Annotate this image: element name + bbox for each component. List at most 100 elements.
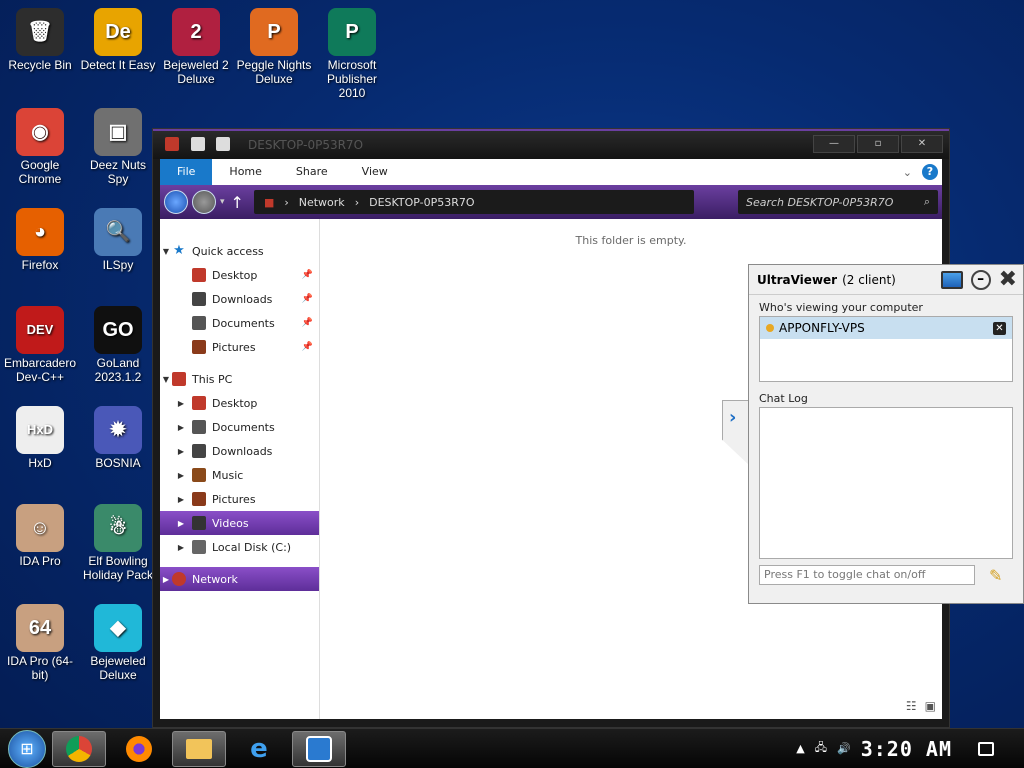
breadcrumb-computer[interactable]: DESKTOP-0P53R7O — [369, 196, 474, 209]
tab-share[interactable]: Share — [279, 159, 345, 185]
desktop-icon[interactable]: ☃ Elf Bowling Holiday Pack — [78, 504, 158, 582]
close-button[interactable]: ✕ — [901, 135, 943, 153]
forward-button[interactable] — [192, 190, 216, 214]
desktop-icon[interactable]: 64 IDA Pro (64-bit) — [0, 604, 80, 682]
nav-quick-item[interactable]: Pictures 📌 — [160, 335, 319, 359]
help-icon[interactable]: ? — [922, 164, 938, 180]
desktop-icon[interactable]: ▣ Deez Nuts Spy — [78, 108, 158, 186]
expand-icon[interactable]: ▶ — [160, 575, 172, 584]
pencil-icon[interactable]: ✎ — [989, 566, 1002, 585]
up-button[interactable]: ↑ — [231, 193, 244, 212]
folder-icon[interactable] — [165, 136, 179, 151]
desktop-icon[interactable]: P Microsoft Publisher 2010 — [312, 8, 392, 100]
desktop-icon[interactable]: HxD HxD — [0, 406, 80, 470]
recent-locations-icon[interactable]: ▾ — [220, 197, 225, 207]
taskbar-internet-explorer[interactable]: e — [232, 731, 286, 767]
address-path[interactable]: ■ › Network › DESKTOP-0P53R7O — [253, 190, 694, 214]
large-icons-view-icon[interactable]: ▣ — [925, 699, 936, 713]
clock[interactable]: 3:20 AM — [861, 737, 952, 761]
expand-ribbon-chevron-icon[interactable]: ⌄ — [903, 166, 912, 179]
nav-network[interactable]: ▶ Network — [160, 567, 319, 591]
desktop-icon-label: IDA Pro (64-bit) — [6, 654, 74, 682]
search-icon[interactable]: ⌕ — [924, 195, 930, 209]
network-status-icon[interactable]: 🖧 — [815, 739, 827, 758]
breadcrumb-network[interactable]: Network — [299, 196, 345, 209]
desktop-icon[interactable]: DEV Embarcadero Dev-C++ — [0, 306, 80, 384]
tab-view[interactable]: View — [345, 159, 405, 185]
tab-home[interactable]: Home — [212, 159, 278, 185]
desktop-icon[interactable]: 🗑 Recycle Bin — [0, 8, 80, 72]
collapse-icon[interactable]: ▼ — [160, 375, 172, 384]
viewer-item[interactable]: APPONFLY-VPS ✕ — [760, 317, 1012, 339]
desktop-icon[interactable]: 🔍 ILSpy — [78, 208, 158, 272]
nav-label: Videos — [212, 516, 249, 530]
start-button[interactable]: ⊞ — [8, 729, 46, 768]
pin-icon[interactable]: 📌 — [302, 270, 313, 280]
expand-icon[interactable]: ▶ — [160, 423, 192, 432]
pin-icon[interactable]: 📌 — [302, 294, 313, 304]
viewer-name: APPONFLY-VPS — [779, 321, 865, 335]
notifications-icon[interactable] — [978, 741, 994, 756]
nav-quick-item[interactable]: Documents 📌 — [160, 311, 319, 335]
expand-icon[interactable]: ▶ — [160, 447, 192, 456]
tab-file[interactable]: File — [160, 159, 213, 185]
monitor-icon[interactable] — [940, 270, 963, 289]
desktop-icon[interactable]: ✹ BOSNIA — [78, 406, 158, 470]
breadcrumb-separator-icon: › — [284, 195, 289, 209]
volume-icon[interactable]: 🔊 — [837, 742, 851, 755]
nav-pc-item[interactable]: ▶ Desktop — [160, 391, 319, 415]
taskbar-ultraviewer[interactable] — [292, 730, 346, 767]
nav-quick-access[interactable]: ▼ ★ Quick access — [160, 239, 319, 263]
desktop-icon[interactable]: De Detect It Easy — [78, 8, 158, 72]
collapse-icon[interactable]: ▼ — [160, 247, 172, 256]
ultraviewer-panel: UltraViewer (2 client) – ✖ Who's viewing… — [748, 264, 1024, 604]
desktop-icon[interactable]: 2 Bejeweled 2 Deluxe — [156, 8, 236, 86]
desktop-icon-label: Bejeweled Deluxe — [90, 654, 146, 682]
desktop-icon[interactable]: ◆ Bejeweled Deluxe — [78, 604, 158, 682]
properties-icon[interactable] — [190, 136, 205, 151]
desktop-icon[interactable]: ◉ Google Chrome — [0, 108, 80, 186]
minimize-icon[interactable]: – — [970, 269, 991, 290]
expand-icon[interactable]: ▶ — [160, 471, 192, 480]
expand-icon[interactable]: ▶ — [160, 543, 192, 552]
nav-pc-item[interactable]: ▶ Pictures — [160, 487, 319, 511]
minimize-button[interactable]: — — [813, 135, 855, 153]
nav-this-pc[interactable]: ▼ This PC — [160, 367, 319, 391]
expand-icon[interactable]: ▶ — [160, 495, 192, 504]
desktop-icon[interactable]: GO GoLand 2023.1.2 — [78, 306, 158, 384]
expand-icon[interactable]: ▶ — [160, 399, 192, 408]
nav-label: Quick access — [192, 244, 264, 258]
maximize-button[interactable]: ▫ — [857, 135, 899, 153]
taskbar-firefox[interactable] — [112, 731, 166, 767]
new-folder-icon[interactable] — [216, 136, 230, 151]
nav-pc-item[interactable]: ▶ Local Disk (C:) — [160, 535, 319, 559]
desktop-icon[interactable]: ◕ Firefox — [0, 208, 80, 272]
network-icon: ■ — [263, 195, 275, 209]
taskbar-file-explorer[interactable] — [172, 730, 226, 767]
nav-quick-item[interactable]: Desktop 📌 — [160, 263, 319, 287]
search-input[interactable]: Search DESKTOP-0P53R7O ⌕ — [738, 190, 938, 214]
hxd-icon: HxD — [16, 406, 64, 454]
details-view-icon[interactable]: ☷ — [906, 699, 917, 713]
desktop-icon[interactable]: P Peggle Nights Deluxe — [234, 8, 314, 86]
ida-pro-64-icon: 64 — [16, 604, 64, 652]
taskbar-chrome[interactable] — [52, 730, 106, 767]
disconnect-viewer-icon[interactable]: ✕ — [993, 321, 1006, 335]
nav-quick-item[interactable]: Downloads 📌 — [160, 287, 319, 311]
nav-pc-item[interactable]: ▶ Music — [160, 463, 319, 487]
desktop-icon[interactable]: ☺ IDA Pro — [0, 504, 80, 568]
nav-pc-item[interactable]: ▶ Videos — [160, 511, 319, 535]
nav-pc-item[interactable]: ▶ Documents — [160, 415, 319, 439]
internet-explorer-icon: e — [250, 733, 268, 764]
back-button[interactable] — [164, 190, 188, 214]
chat-log[interactable] — [759, 407, 1013, 559]
nav-pc-item[interactable]: ▶ Downloads — [160, 439, 319, 463]
firefox-icon: ◕ — [16, 208, 64, 256]
pin-icon[interactable]: 📌 — [302, 318, 313, 328]
chat-input[interactable]: Press F1 to toggle chat on/off — [759, 565, 975, 585]
pin-icon[interactable]: 📌 — [302, 342, 313, 352]
show-hidden-icons-icon[interactable]: ▲ — [796, 742, 804, 755]
expand-icon[interactable]: ▶ — [160, 519, 192, 528]
close-icon[interactable]: ✖ — [999, 268, 1017, 290]
search-placeholder: Search DESKTOP-0P53R7O — [746, 195, 894, 209]
